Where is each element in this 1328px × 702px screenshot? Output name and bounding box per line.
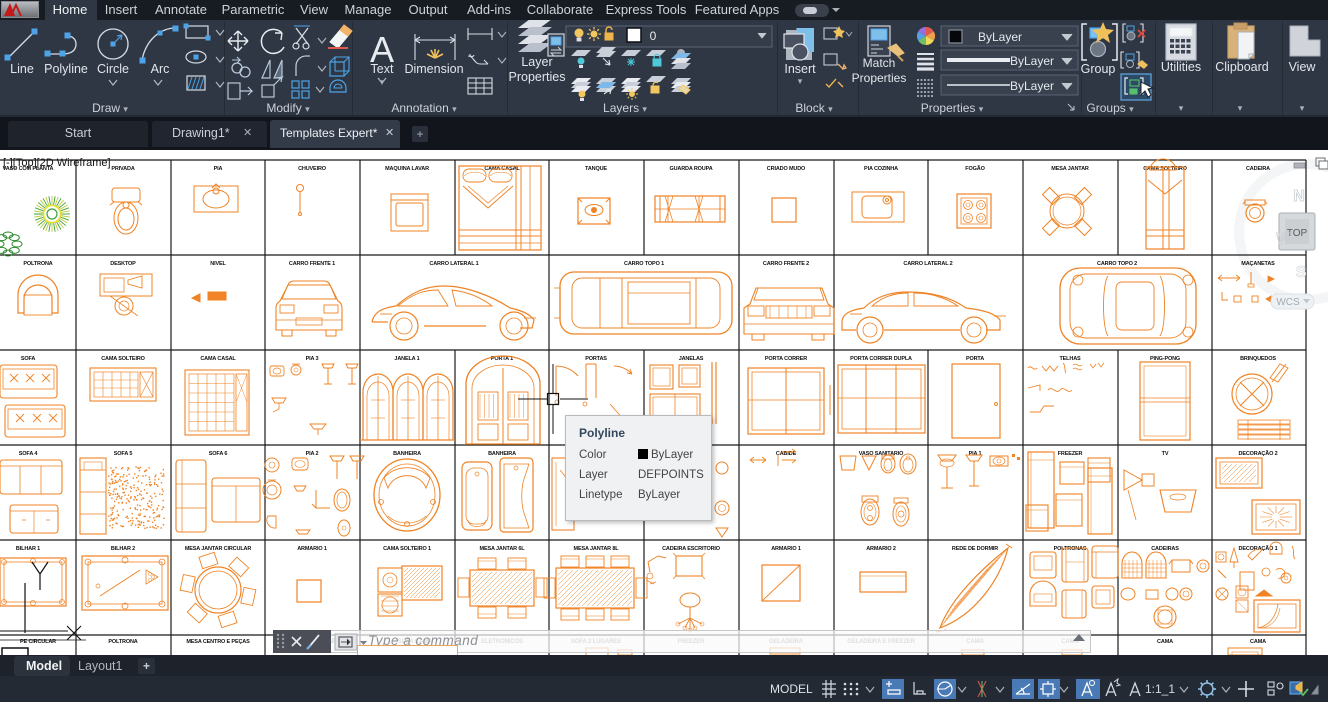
svg-text:TELHAS: TELHAS <box>1059 356 1081 362</box>
svg-text:PORTA: PORTA <box>966 356 984 362</box>
svg-text:CHUVEIRO: CHUVEIRO <box>298 166 327 172</box>
svg-text:CAMA SOLTEIRO: CAMA SOLTEIRO <box>101 356 145 362</box>
svg-text:MAÇANETAS: MAÇANETAS <box>1241 261 1275 267</box>
svg-text:MESA JANTAR CIRCULAR: MESA JANTAR CIRCULAR <box>185 546 252 552</box>
svg-text:MESA JANTAR: MESA JANTAR <box>1051 166 1089 172</box>
svg-text:BANHEIRA: BANHEIRA <box>393 451 421 457</box>
svg-text:PIA 3: PIA 3 <box>306 356 319 362</box>
svg-text:PING-PONG: PING-PONG <box>1150 356 1180 362</box>
svg-text:CARRO LATERAL 2: CARRO LATERAL 2 <box>903 261 952 267</box>
svg-text:PRIVADA: PRIVADA <box>111 166 134 172</box>
svg-text:SOFA 5: SOFA 5 <box>114 451 133 457</box>
svg-text:ARMARIO 1: ARMARIO 1 <box>297 546 327 552</box>
svg-text:ARMARIO 2: ARMARIO 2 <box>866 546 896 552</box>
svg-text:PIA: PIA <box>214 166 223 172</box>
svg-text:ARMARIO 1: ARMARIO 1 <box>771 546 801 552</box>
svg-text:BILHAR 1: BILHAR 1 <box>16 546 40 552</box>
svg-text:CARRO FRENTE 2: CARRO FRENTE 2 <box>763 261 809 267</box>
svg-text:DESKTOP: DESKTOP <box>110 261 136 267</box>
svg-text:JANELA 1: JANELA 1 <box>394 356 419 362</box>
svg-text:W: W <box>1276 231 1292 248</box>
svg-text:CRIADO MUDO: CRIADO MUDO <box>767 166 806 172</box>
svg-text:BANHEIRA: BANHEIRA <box>488 451 516 457</box>
svg-text:CAMA: CAMA <box>1157 639 1173 645</box>
svg-text:0: 0 <box>650 29 657 43</box>
svg-text:GUARDA ROUPA: GUARDA ROUPA <box>669 166 712 172</box>
svg-text:CADEIRAS: CADEIRAS <box>1151 546 1179 552</box>
svg-text:FOGÃO: FOGÃO <box>965 165 985 172</box>
svg-text:MAQUINA LAVAR: MAQUINA LAVAR <box>385 166 429 172</box>
svg-text:CAMA CASAL: CAMA CASAL <box>200 356 236 362</box>
svg-text:DECORAÇÃO 2: DECORAÇÃO 2 <box>1239 450 1278 457</box>
svg-text:S: S <box>1296 264 1307 281</box>
svg-text:PIA 1: PIA 1 <box>969 451 982 457</box>
svg-text:PORTA CORRER: PORTA CORRER <box>765 356 807 362</box>
svg-text:TV: TV <box>1162 451 1169 457</box>
svg-text:ByLayer: ByLayer <box>978 30 1022 44</box>
svg-text:BRINQUEDOS: BRINQUEDOS <box>1240 356 1276 362</box>
svg-text:NIVEL: NIVEL <box>210 261 226 267</box>
svg-text:CARRO LATERAL 1: CARRO LATERAL 1 <box>429 261 478 267</box>
svg-text:MESA CENTRO E PEÇAS: MESA CENTRO E PEÇAS <box>186 639 250 645</box>
svg-text:REDE DE DORMIR: REDE DE DORMIR <box>952 546 998 552</box>
svg-text:CARRO TOPO 1: CARRO TOPO 1 <box>624 261 664 267</box>
svg-text:SOFA 6: SOFA 6 <box>209 451 228 457</box>
svg-text:SOFA: SOFA <box>21 356 36 362</box>
svg-text:BILHAR 2: BILHAR 2 <box>111 546 135 552</box>
svg-text:PIA 2: PIA 2 <box>306 451 319 457</box>
svg-text:FREEZER: FREEZER <box>1058 451 1083 457</box>
svg-text:POLTRONAS: POLTRONAS <box>1054 546 1087 552</box>
svg-text:POLTRONA: POLTRONA <box>108 639 137 645</box>
svg-text:MESA JANTAR 8L: MESA JANTAR 8L <box>574 546 620 552</box>
svg-text:N: N <box>1293 188 1305 205</box>
svg-text:ByLayer: ByLayer <box>1010 54 1054 68</box>
svg-text:PORTA CORRER DUPLA: PORTA CORRER DUPLA <box>850 356 912 362</box>
svg-text:SOFA 4: SOFA 4 <box>19 451 39 457</box>
svg-text:[-][Top][2D Wireframe]: [-][Top][2D Wireframe] <box>3 157 111 169</box>
svg-text:CARRO TOPO 2: CARRO TOPO 2 <box>1097 261 1137 267</box>
svg-text:1:1_1: 1:1_1 <box>1145 682 1175 696</box>
svg-text:CAMA: CAMA <box>1250 639 1266 645</box>
svg-text:POLTRONA: POLTRONA <box>23 261 52 267</box>
svg-text:CADEIRA: CADEIRA <box>1246 166 1270 172</box>
svg-text:WCS: WCS <box>1276 297 1300 308</box>
svg-text:ByLayer: ByLayer <box>1010 79 1054 93</box>
svg-text:CAMA SOLTEIRO 1: CAMA SOLTEIRO 1 <box>383 546 431 552</box>
svg-text:TANQUE: TANQUE <box>585 166 607 172</box>
svg-text:JANELAS: JANELAS <box>679 356 704 362</box>
svg-text:MESA JANTAR 6L: MESA JANTAR 6L <box>480 546 526 552</box>
svg-text:CADEIRA ESCRITORIO: CADEIRA ESCRITORIO <box>662 546 721 552</box>
svg-text:DECORAÇÃO 1: DECORAÇÃO 1 <box>1239 545 1278 552</box>
svg-text:PIA COZINHA: PIA COZINHA <box>864 166 898 172</box>
svg-text:PORTAS: PORTAS <box>585 356 607 362</box>
svg-text:CARRO FRENTE 1: CARRO FRENTE 1 <box>289 261 335 267</box>
